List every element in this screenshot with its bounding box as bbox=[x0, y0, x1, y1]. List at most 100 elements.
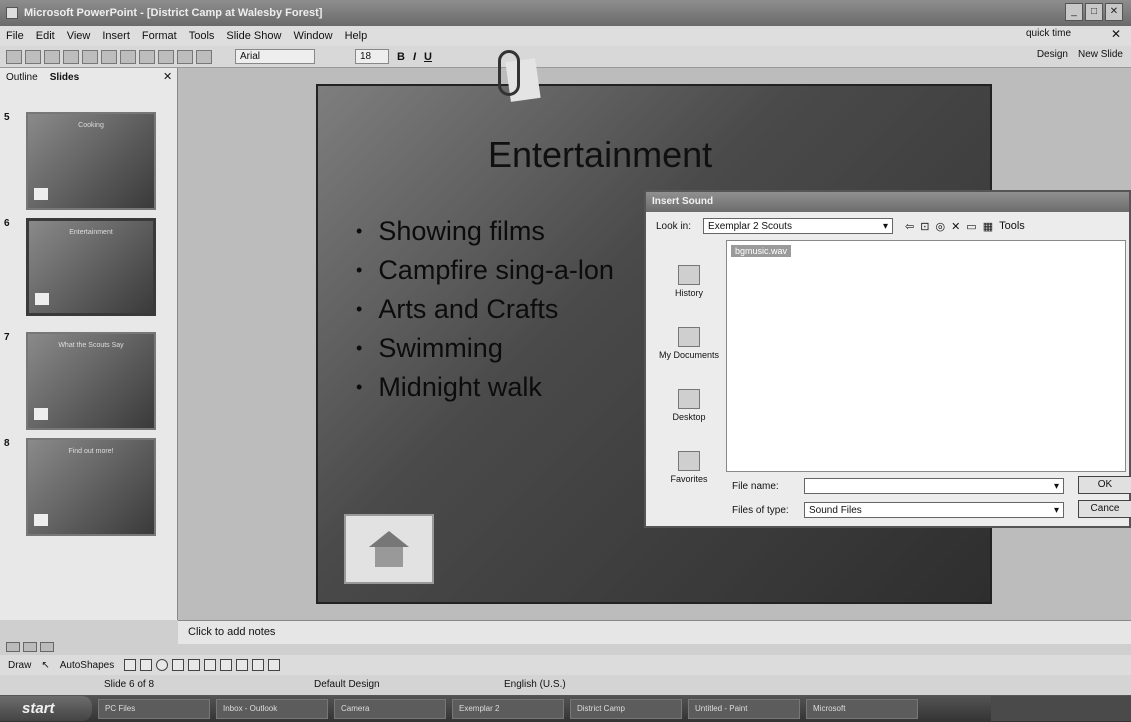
taskbar-item[interactable]: Untitled - Paint bbox=[688, 698, 800, 719]
slideshow-view-icon[interactable] bbox=[40, 642, 54, 652]
new-folder-icon[interactable]: ▭ bbox=[966, 220, 976, 233]
taskbar-item[interactable]: Camera bbox=[334, 698, 446, 719]
ok-button[interactable]: OK bbox=[1078, 476, 1131, 494]
close-button[interactable]: ✕ bbox=[1105, 3, 1123, 21]
taskbar-item[interactable]: PC Files bbox=[98, 698, 210, 719]
bold-button[interactable]: B bbox=[397, 51, 405, 63]
menu-format[interactable]: Format bbox=[142, 30, 177, 42]
tab-slides[interactable]: Slides bbox=[50, 72, 79, 83]
rectangle-icon[interactable] bbox=[140, 659, 153, 671]
taskbar-item[interactable]: Inbox - Outlook bbox=[216, 698, 328, 719]
cut-icon[interactable] bbox=[101, 49, 117, 64]
sorter-view-icon[interactable] bbox=[23, 642, 37, 652]
slide-thumb-row[interactable]: 7 What the Scouts Say bbox=[4, 332, 156, 430]
slide-title[interactable]: Entertainment bbox=[488, 134, 712, 176]
select-pointer-icon[interactable]: ↖ bbox=[41, 660, 49, 671]
place-favorites[interactable]: Favorites bbox=[654, 426, 724, 484]
file-type-value: Sound Files bbox=[809, 504, 862, 516]
pane-close-icon[interactable]: ✕ bbox=[163, 70, 172, 83]
slide-thumbnail[interactable]: Cooking bbox=[26, 112, 156, 210]
file-item[interactable]: bgmusic.wav bbox=[731, 245, 792, 257]
tab-outline[interactable]: Outline bbox=[6, 72, 38, 83]
copy-icon[interactable] bbox=[120, 49, 136, 64]
file-type-select[interactable]: Sound Files ▾ bbox=[804, 502, 1064, 518]
menu-insert[interactable]: Insert bbox=[102, 30, 130, 42]
menu-view[interactable]: View bbox=[67, 30, 91, 42]
look-in-select[interactable]: Exemplar 2 Scouts ▾ bbox=[703, 218, 894, 234]
paste-icon[interactable] bbox=[139, 49, 155, 64]
start-button[interactable]: start bbox=[0, 696, 92, 721]
office-assistant-icon[interactable] bbox=[498, 50, 541, 106]
place-history[interactable]: History bbox=[654, 240, 724, 298]
font-color-icon[interactable] bbox=[268, 659, 281, 671]
menu-slide-show[interactable]: Slide Show bbox=[226, 30, 281, 42]
slide-counter: Slide 6 of 8 bbox=[104, 679, 155, 690]
menu-help[interactable]: Help bbox=[345, 30, 368, 42]
picture-icon[interactable] bbox=[220, 659, 233, 671]
toolbar-right: Design New Slide bbox=[1037, 49, 1123, 60]
menu-window[interactable]: Window bbox=[293, 30, 332, 42]
underline-button[interactable]: U bbox=[424, 51, 432, 63]
place-label: My Documents bbox=[658, 350, 720, 360]
search-web-icon[interactable]: ◎ bbox=[935, 220, 945, 233]
minimize-button[interactable]: _ bbox=[1065, 3, 1083, 21]
back-icon[interactable]: ⇦ bbox=[905, 220, 914, 233]
wordart-icon[interactable] bbox=[188, 659, 201, 671]
notes-pane[interactable]: Click to add notes bbox=[178, 620, 1131, 644]
design-button[interactable]: Design bbox=[1037, 49, 1068, 60]
font-size-select[interactable]: 18 bbox=[355, 49, 389, 64]
italic-button[interactable]: I bbox=[413, 51, 416, 63]
textbox-icon[interactable] bbox=[172, 659, 185, 671]
cancel-button[interactable]: Cance bbox=[1078, 500, 1131, 518]
print-icon[interactable] bbox=[63, 49, 79, 64]
document-close-icon[interactable]: ✕ bbox=[1111, 27, 1121, 41]
menu-file[interactable]: File bbox=[6, 30, 24, 42]
slide-number: 5 bbox=[4, 112, 10, 123]
ask-question-box[interactable]: quick time bbox=[1026, 28, 1071, 39]
views-icon[interactable]: ▦ bbox=[983, 220, 993, 233]
new-slide-button[interactable]: New Slide bbox=[1078, 49, 1123, 60]
menu-edit[interactable]: Edit bbox=[36, 30, 55, 42]
fill-color-icon[interactable] bbox=[236, 659, 249, 671]
place-my-documents[interactable]: My Documents bbox=[654, 302, 724, 360]
slide-thumb-row[interactable]: 6 Entertainment bbox=[4, 218, 156, 316]
clipart-icon[interactable] bbox=[204, 659, 217, 671]
taskbar-item[interactable]: District Camp bbox=[570, 698, 682, 719]
up-folder-icon[interactable]: ⊡ bbox=[920, 220, 929, 233]
maximize-button[interactable]: □ bbox=[1085, 3, 1103, 21]
bullet-list[interactable]: Showing films Campfire sing-a-lon Arts a… bbox=[356, 216, 614, 411]
chart-icon[interactable] bbox=[196, 49, 212, 64]
tools-menu[interactable]: Tools bbox=[999, 220, 1025, 232]
slide-thumb-row[interactable]: 5 Cooking bbox=[4, 112, 156, 210]
undo-icon[interactable] bbox=[158, 49, 174, 64]
table-icon[interactable] bbox=[177, 49, 193, 64]
places-bar: History My Documents Desktop Favorites bbox=[654, 240, 724, 488]
thumb-title: What the Scouts Say bbox=[58, 342, 124, 349]
slide-number: 7 bbox=[4, 332, 10, 343]
file-list[interactable]: bgmusic.wav bbox=[726, 240, 1126, 472]
line-color-icon[interactable] bbox=[252, 659, 265, 671]
menu-tools[interactable]: Tools bbox=[189, 30, 215, 42]
oval-icon[interactable] bbox=[156, 659, 169, 671]
open-icon[interactable] bbox=[25, 49, 41, 64]
file-name-input[interactable]: ▾ bbox=[804, 478, 1064, 494]
autoshapes-menu[interactable]: AutoShapes bbox=[60, 660, 115, 671]
new-icon[interactable] bbox=[6, 49, 22, 64]
slide-thumbnail-selected[interactable]: Entertainment bbox=[26, 218, 156, 316]
taskbar-item[interactable]: Exemplar 2 bbox=[452, 698, 564, 719]
save-icon[interactable] bbox=[44, 49, 60, 64]
slide-thumbnail[interactable]: What the Scouts Say bbox=[26, 332, 156, 430]
normal-view-icon[interactable] bbox=[6, 642, 20, 652]
place-desktop[interactable]: Desktop bbox=[654, 364, 724, 422]
home-icon bbox=[34, 514, 48, 526]
line-icon[interactable] bbox=[124, 659, 137, 671]
draw-menu[interactable]: Draw bbox=[8, 660, 31, 671]
preview-icon[interactable] bbox=[82, 49, 98, 64]
taskbar-item[interactable]: Microsoft bbox=[806, 698, 918, 719]
view-buttons bbox=[6, 642, 54, 652]
font-select[interactable]: Arial bbox=[235, 49, 315, 64]
delete-icon[interactable]: ✕ bbox=[951, 220, 960, 233]
slide-thumb-row[interactable]: 8 Find out more! bbox=[4, 438, 156, 536]
home-action-button[interactable] bbox=[344, 514, 434, 584]
slide-thumbnail[interactable]: Find out more! bbox=[26, 438, 156, 536]
